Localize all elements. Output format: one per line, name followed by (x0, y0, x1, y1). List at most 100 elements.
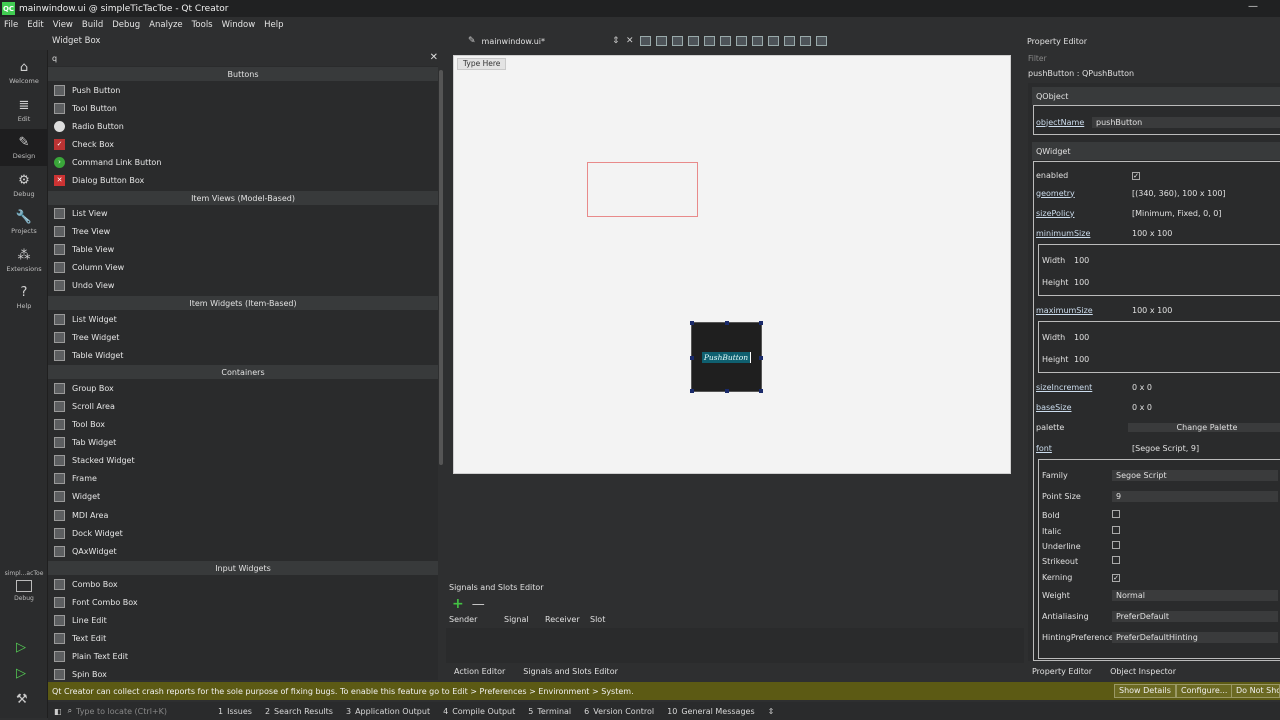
layout-form-icon[interactable] (768, 36, 779, 46)
column-receiver[interactable]: Receiver (538, 615, 582, 624)
widget-item[interactable]: › Command Link Button (48, 153, 438, 171)
menu-view[interactable]: View (53, 20, 73, 30)
font-prop-hintingpreference[interactable]: HintingPreference PreferDefaultHinting (1038, 628, 1278, 646)
widget-item[interactable]: Dock Widget (48, 524, 438, 542)
column-sender[interactable]: Sender (446, 615, 490, 624)
resize-handle[interactable] (759, 389, 763, 393)
font-checkbox[interactable] (1112, 526, 1120, 534)
prop-max-height[interactable]: Height 100 (1038, 350, 1278, 368)
locator[interactable]: ◧ ⌕ Type to locate (Ctrl+K) (48, 706, 198, 716)
font-prop-family[interactable]: Family Segoe Script (1038, 466, 1278, 484)
column-slot[interactable]: Slot (582, 615, 605, 624)
connections-list[interactable] (446, 628, 1024, 663)
resize-handle[interactable] (759, 321, 763, 325)
tab-action-editor[interactable]: Action Editor (454, 667, 505, 676)
widget-item[interactable]: Line Edit (48, 611, 438, 629)
output-pane-button[interactable]: 6 Version Control (584, 707, 654, 716)
edit-signals-icon[interactable] (656, 36, 667, 46)
open-file-name[interactable]: mainwindow.ui* (482, 37, 545, 46)
mode-welcome[interactable]: ⌂ Welcome (0, 54, 48, 91)
debug-run-icon[interactable]: ▷ (16, 666, 32, 682)
column-signal[interactable]: Signal (490, 615, 538, 624)
sidebar-toggle-icon[interactable]: ◧ (54, 707, 62, 716)
break-layout-icon[interactable] (800, 36, 811, 46)
widget-item[interactable]: Plain Text Edit (48, 648, 438, 666)
widget-item[interactable]: Tree View (48, 223, 438, 241)
prop-geometry[interactable]: geometry [(340, 360), 100 x 100] (1032, 184, 1280, 202)
widget-item[interactable]: MDI Area (48, 506, 438, 524)
widget-item[interactable]: Font Combo Box (48, 593, 438, 611)
widget-item[interactable]: Text Edit (48, 630, 438, 648)
add-connection-icon[interactable]: + (452, 596, 464, 612)
clear-filter-icon[interactable]: ✕ (430, 52, 438, 63)
output-pane-button[interactable]: 2 Search Results (265, 707, 333, 716)
widget-item[interactable]: Table Widget (48, 346, 438, 364)
file-switch-icon[interactable]: ⇕ (612, 36, 620, 46)
widget-item[interactable]: Tab Widget (48, 434, 438, 452)
widget-item[interactable]: Table View (48, 241, 438, 259)
menu-build[interactable]: Build (82, 20, 103, 30)
layout-vertical-icon[interactable] (720, 36, 731, 46)
font-checkbox[interactable] (1112, 556, 1120, 564)
mode-edit[interactable]: ≣ Edit (0, 92, 48, 129)
mode-help[interactable]: ? Help (0, 279, 48, 316)
widget-item[interactable]: Scroll Area (48, 397, 438, 415)
menu-help[interactable]: Help (264, 20, 283, 30)
configure-button[interactable]: Configure... (1176, 684, 1233, 698)
change-palette-button[interactable]: Change Palette (1128, 422, 1280, 432)
prop-objectname[interactable]: objectName pushButton (1032, 113, 1280, 131)
output-pane-button[interactable]: 4 Compile Output (443, 707, 515, 716)
remove-connection-icon[interactable]: — (472, 597, 485, 612)
output-pane-button[interactable]: 1 Issues (218, 707, 252, 716)
locator-input[interactable]: Type to locate (Ctrl+K) (76, 707, 167, 716)
project-selector[interactable]: simpl...acToe Debug (0, 570, 48, 620)
widget-item[interactable]: ✕ Dialog Button Box (48, 171, 438, 189)
widget-item[interactable]: QAxWidget (48, 542, 438, 560)
widget-item[interactable]: Tree Widget (48, 328, 438, 346)
push-button-widget[interactable]: PushButton (690, 321, 763, 393)
layout-grid-icon[interactable] (784, 36, 795, 46)
resize-handle[interactable] (725, 389, 729, 393)
layout-splitter-h-icon[interactable] (736, 36, 747, 46)
output-pane-button[interactable]: 10 General Messages (667, 707, 755, 716)
main-window-form[interactable]: Type Here PushButton (453, 55, 1011, 474)
edit-buddies-icon[interactable] (672, 36, 683, 46)
menu-window[interactable]: Window (222, 20, 256, 30)
mode-extensions[interactable]: ⁂ Extensions (0, 242, 48, 279)
run-icon[interactable]: ▷ (16, 640, 32, 656)
widget-item[interactable]: Tool Button (48, 99, 438, 117)
edit-tab-order-icon[interactable] (688, 36, 699, 46)
prop-enabled[interactable]: enabled ✓ (1032, 166, 1280, 184)
font-checkbox[interactable] (1112, 541, 1120, 549)
widget-item[interactable]: Push Button (48, 81, 438, 99)
font-checkbox[interactable] (1112, 510, 1120, 518)
resize-handle[interactable] (725, 321, 729, 325)
property-filter-input[interactable]: Filter (1024, 51, 1280, 65)
layout-horizontal-icon[interactable] (704, 36, 715, 46)
output-pane-button[interactable]: 5 Terminal (528, 707, 571, 716)
more-panes-icon[interactable]: ⇕ (768, 707, 775, 716)
widget-item[interactable]: Combo Box (48, 575, 438, 593)
font-value[interactable]: Segoe Script (1112, 469, 1278, 481)
prop-palette[interactable]: palette Change Palette (1032, 418, 1280, 436)
menu-tools[interactable]: Tools (192, 20, 213, 30)
mode-design[interactable]: ✎ Design (0, 129, 48, 166)
tab-object-inspector[interactable]: Object Inspector (1110, 667, 1176, 676)
font-prop-point-size[interactable]: Point Size 9 (1038, 487, 1278, 505)
mode-projects[interactable]: 🔧 Projects (0, 204, 48, 241)
font-value[interactable]: Normal (1112, 589, 1278, 601)
prop-max-width[interactable]: Width 100 (1038, 328, 1278, 346)
prop-font[interactable]: font [Segoe Script, 9] (1032, 439, 1280, 457)
push-button-text[interactable]: PushButton (701, 351, 752, 363)
prop-minimumsize[interactable]: minimumSize 100 x 100 (1032, 224, 1280, 242)
do-not-show-button[interactable]: Do Not Show (1231, 684, 1280, 698)
menu-type-here[interactable]: Type Here (457, 58, 507, 70)
resize-handle[interactable] (690, 389, 694, 393)
layout-splitter-v-icon[interactable] (752, 36, 763, 46)
prop-min-height[interactable]: Height 100 (1038, 273, 1278, 291)
prop-min-width[interactable]: Width 100 (1038, 251, 1278, 269)
resize-handle[interactable] (690, 356, 694, 360)
font-value[interactable]: 9 (1112, 490, 1278, 502)
close-document-icon[interactable]: ✕ (626, 36, 634, 46)
widget-item[interactable]: Radio Button (48, 117, 438, 135)
